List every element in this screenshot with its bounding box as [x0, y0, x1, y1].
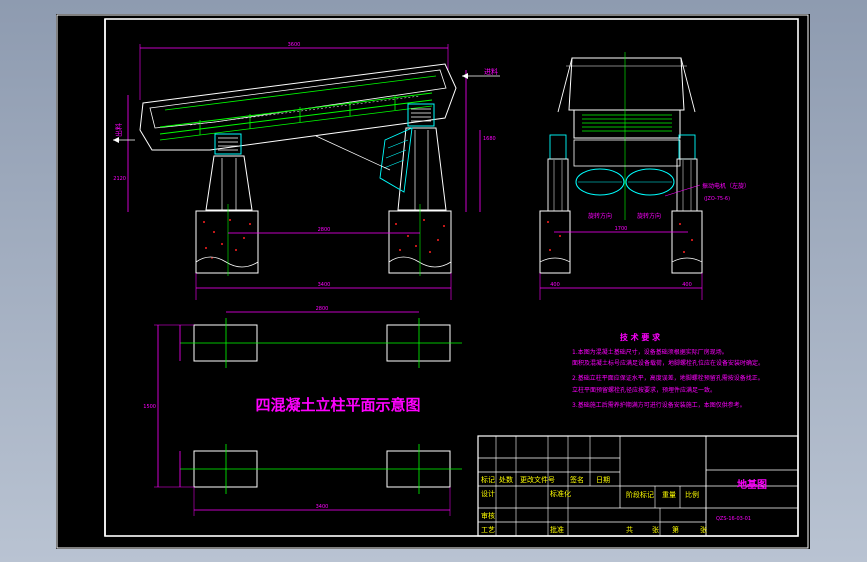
motor-model: (JZO-75-6) [704, 196, 730, 202]
tb-total: 共 [626, 525, 633, 534]
tb-date: 日期 [596, 476, 610, 484]
dim-plan-bottom: 3400 [316, 504, 329, 510]
dim-top-length: 3600 [288, 42, 301, 48]
motor-note: 振动电机（左旋） [702, 182, 750, 190]
notes-line-4: 立柱平面预留螺栓孔径应按要求，预埋件应满足一致。 [572, 386, 716, 394]
notes-line-2: 面积及混凝土标号应满足设备载荷，地脚螺栓孔位应在设备安装时确定。 [572, 359, 764, 367]
tb-sheet: 张 [652, 525, 659, 534]
dim-side-small-a: 400 [550, 282, 560, 288]
tb-stage: 阶段标记 [626, 490, 654, 499]
tb-mark: 标记 [481, 475, 495, 484]
dim-base-length: 3400 [318, 282, 331, 288]
dim-side-width: 1700 [615, 226, 628, 232]
dim-height-2: 1680 [483, 136, 496, 142]
tb-review: 审核 [481, 511, 495, 520]
tb-scale: 比例 [685, 490, 699, 499]
notes-line-5: 3.基础施工后需养护期满方可进行设备安装施工，本图仅供参考。 [572, 401, 746, 409]
notes-heading: 技 术 要 求 [620, 332, 661, 342]
plan-title: 四混凝土立柱平面示意图 [255, 396, 420, 414]
dim-plan-side: 1500 [143, 404, 156, 410]
notes-line-1: 1.本图为混凝土基础尺寸，设备基础须根据实际厂房现场。 [572, 348, 728, 356]
tb-weight: 重量 [662, 491, 676, 499]
rotation-label-right: 旋转方向 [637, 212, 661, 220]
cad-drawing-canvas: 3600 2120 1680 出料 进料 2800 3400 旋转方向 旋转方向… [56, 14, 810, 549]
tb-page: 第 [672, 525, 679, 534]
inlet-label: 进料 [484, 67, 498, 76]
tb-standard: 标准化 [550, 489, 571, 498]
notes-line-3: 2.基础立柱平面应保证水平，高度误差，地脚螺栓预留孔需按设备找正。 [572, 374, 764, 382]
tb-process: 工艺 [481, 526, 495, 534]
dim-height: 2120 [113, 176, 126, 182]
tb-design: 设计 [481, 489, 495, 498]
drawing-number: QZS-16-03-01 [716, 516, 751, 522]
tb-sign: 签名 [570, 475, 584, 484]
tb-sheet-2: 张 [700, 525, 707, 534]
tb-count: 处数 [499, 475, 513, 484]
tb-change-doc: 更改文件号 [520, 475, 555, 484]
dim-plan-top: 2800 [316, 306, 329, 312]
dim-side-small-b: 400 [682, 282, 692, 288]
rotation-label-left: 旋转方向 [588, 212, 612, 220]
dim-mid-length: 2800 [318, 227, 331, 233]
outlet-label: 出料 [114, 123, 123, 137]
tb-approve: 批准 [550, 525, 564, 534]
drawing-name: 地基图 [737, 478, 767, 491]
